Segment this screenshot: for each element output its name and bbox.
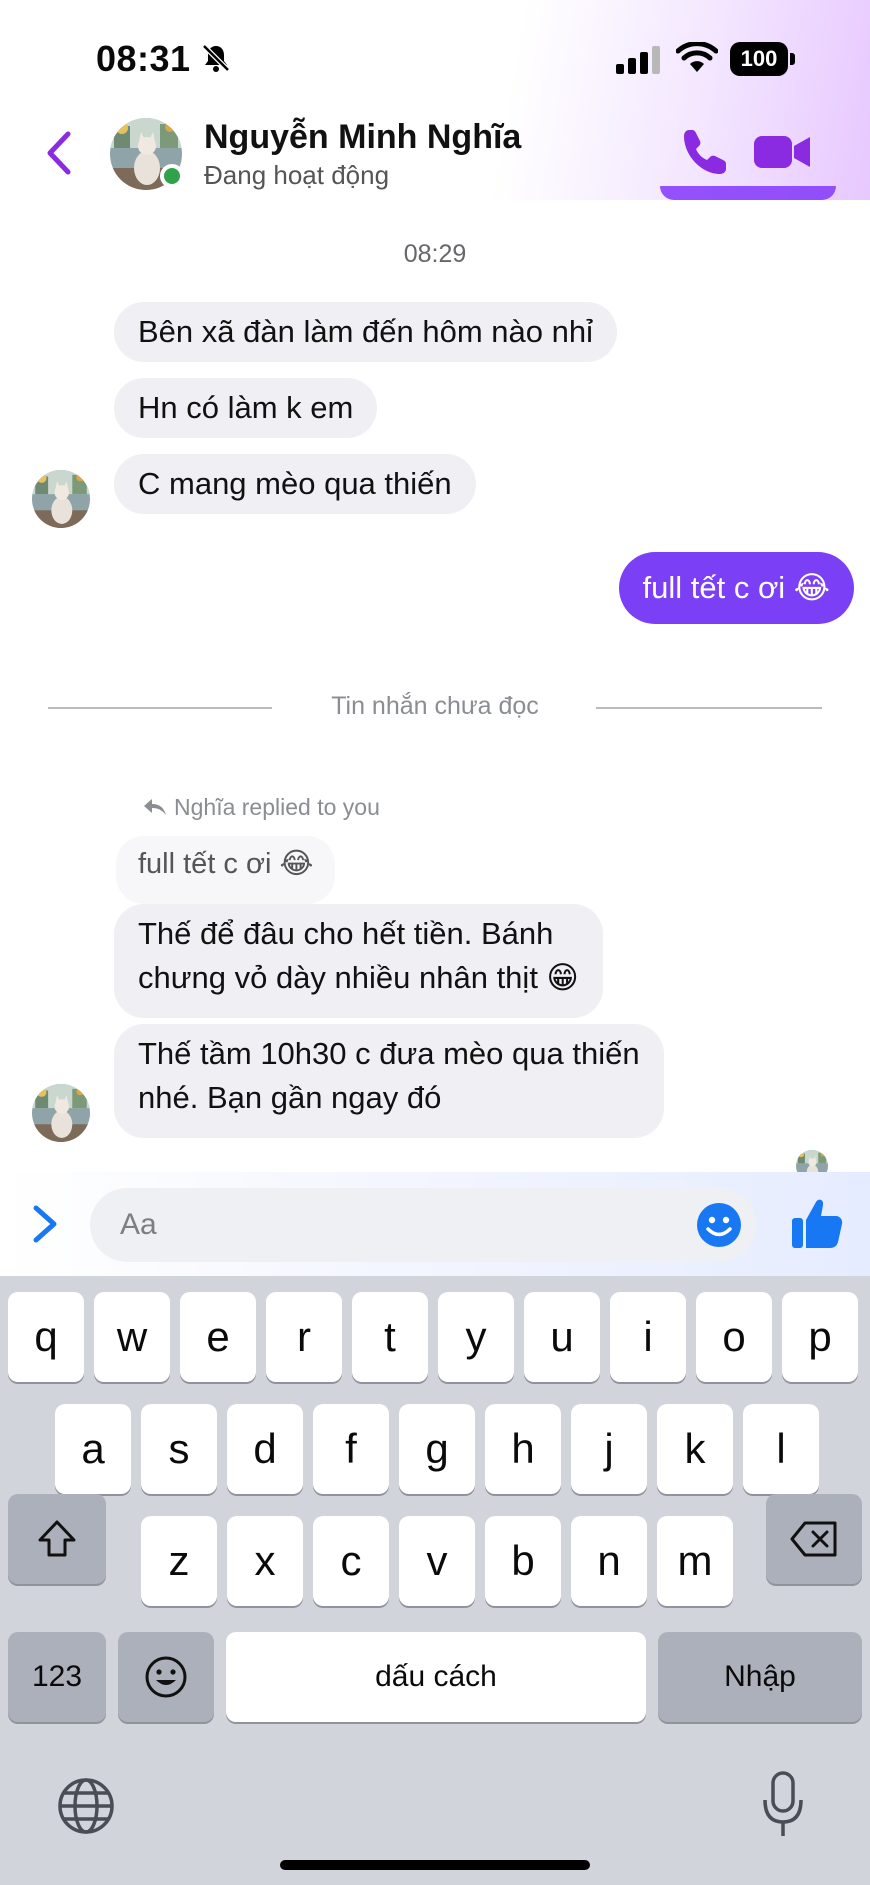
key-t[interactable]: t: [352, 1292, 428, 1382]
message-input[interactable]: [90, 1188, 756, 1262]
unread-divider-line-right: [596, 707, 822, 709]
shift-key[interactable]: [8, 1494, 106, 1584]
reply-arrow-icon: [144, 799, 166, 815]
keyboard: qwertyuiop asdfghjkl zxcvbnm 123 dấu các…: [0, 1276, 870, 1885]
emoji-icon[interactable]: [696, 1202, 742, 1248]
video-icon[interactable]: [752, 128, 812, 176]
key-j[interactable]: j: [571, 1404, 647, 1494]
key-f[interactable]: f: [313, 1404, 389, 1494]
key-r[interactable]: r: [266, 1292, 342, 1382]
status-time: 08:31: [96, 38, 191, 79]
signal-icon: [616, 46, 660, 74]
phone-icon[interactable]: [680, 126, 732, 178]
globe-icon[interactable]: [56, 1776, 116, 1836]
key-c[interactable]: c: [313, 1516, 389, 1606]
key-k[interactable]: k: [657, 1404, 733, 1494]
contact-name[interactable]: Nguyễn Minh Nghĩa: [204, 118, 521, 157]
key-q[interactable]: q: [8, 1292, 84, 1382]
pinned-message-edge: [660, 186, 836, 200]
key-x[interactable]: x: [227, 1516, 303, 1606]
message-bubble-incoming[interactable]: C mang mèo qua thiến: [114, 454, 476, 514]
key-u[interactable]: u: [524, 1292, 600, 1382]
message-line: Thế tầm 10h30 c đưa mèo qua thiến: [138, 1036, 640, 1071]
message-line: nhé. Bạn gần ngay đó: [138, 1080, 442, 1115]
message-composer: [0, 1172, 870, 1276]
top-area: 08:31 100 Nguyễn Minh Nghĩa Đang hoạt độ…: [0, 0, 870, 200]
key-i[interactable]: i: [610, 1292, 686, 1382]
battery-level: 100: [730, 42, 788, 76]
key-h[interactable]: h: [485, 1404, 561, 1494]
key-a[interactable]: a: [55, 1404, 131, 1494]
key-d[interactable]: d: [227, 1404, 303, 1494]
key-p[interactable]: p: [782, 1292, 858, 1382]
contact-status: Đang hoạt động: [204, 160, 390, 190]
quoted-message[interactable]: full tết c ơi 😂: [116, 836, 336, 904]
return-key[interactable]: Nhập: [658, 1632, 862, 1722]
key-s[interactable]: s: [141, 1404, 217, 1494]
home-indicator: [280, 1860, 590, 1870]
message-bubble-outgoing[interactable]: full tết c ơi 😂: [618, 552, 854, 624]
key-y[interactable]: y: [438, 1292, 514, 1382]
key-o[interactable]: o: [696, 1292, 772, 1382]
message-list[interactable]: 08:29 Bên xã đàn làm đến hôm nào nhỉ Hn …: [0, 200, 870, 1172]
emoji-keyboard-key[interactable]: [118, 1632, 214, 1722]
message-line: chưng vỏ dày nhiều nhân thịt 😁: [138, 960, 579, 995]
sender-avatar[interactable]: [32, 1084, 90, 1142]
message-bubble-incoming[interactable]: Thế để đâu cho hết tiền. Bánh chưng vỏ d…: [114, 904, 603, 1018]
status-bar: 08:31 100: [0, 0, 870, 110]
shift-icon: [38, 1520, 76, 1557]
mic-icon[interactable]: [760, 1770, 806, 1840]
online-status-dot: [160, 164, 184, 188]
key-n[interactable]: n: [571, 1516, 647, 1606]
read-receipt-avatar: [796, 1150, 828, 1172]
backspace-icon: [790, 1521, 837, 1557]
like-icon[interactable]: [790, 1196, 844, 1250]
wifi-icon: [676, 42, 718, 72]
emoji-key-icon: [145, 1656, 187, 1698]
message-line: Thế để đâu cho hết tiền. Bánh: [138, 916, 554, 951]
space-key[interactable]: dấu cách: [226, 1632, 646, 1722]
mute-icon: [202, 44, 230, 72]
reply-label-text: Nghĩa replied to you: [174, 794, 380, 820]
key-z[interactable]: z: [141, 1516, 217, 1606]
sender-avatar[interactable]: [32, 470, 90, 528]
expand-icon[interactable]: [30, 1202, 60, 1246]
backspace-key[interactable]: [766, 1494, 862, 1584]
message-timestamp: 08:29: [403, 240, 467, 268]
message-bubble-incoming[interactable]: Bên xã đàn làm đến hôm nào nhỉ: [114, 302, 617, 362]
message-bubble-incoming[interactable]: Hn có làm k em: [114, 378, 378, 438]
back-icon[interactable]: [40, 128, 76, 178]
key-w[interactable]: w: [94, 1292, 170, 1382]
battery-indicator: 100: [730, 42, 796, 76]
key-v[interactable]: v: [399, 1516, 475, 1606]
battery-cap: [790, 53, 795, 65]
numbers-key[interactable]: 123: [8, 1632, 106, 1722]
message-bubble-incoming[interactable]: Thế tầm 10h30 c đưa mèo qua thiến nhé. B…: [114, 1024, 664, 1138]
key-b[interactable]: b: [485, 1516, 561, 1606]
key-m[interactable]: m: [657, 1516, 733, 1606]
key-g[interactable]: g: [399, 1404, 475, 1494]
key-l[interactable]: l: [743, 1404, 819, 1494]
key-e[interactable]: e: [180, 1292, 256, 1382]
reply-indicator: Nghĩa replied to you: [142, 794, 380, 821]
